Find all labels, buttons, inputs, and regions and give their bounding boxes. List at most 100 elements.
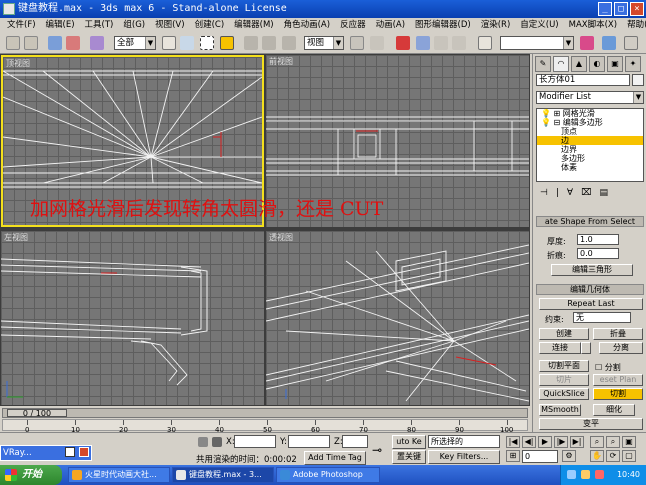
detach-button[interactable]: 分离 [599,342,643,354]
undo-icon[interactable] [6,36,20,50]
viewport-label[interactable]: 前视图 [269,56,293,67]
thickness-spinner[interactable]: 1.0 [577,234,619,245]
stack-item-border[interactable]: 边界 [537,145,643,154]
stack-item-edge[interactable]: 边 [537,136,643,145]
scale-icon[interactable] [282,36,296,50]
link-icon[interactable] [48,36,62,50]
slice-plane-button[interactable]: 切割平面 [539,360,589,372]
volume-icon[interactable] [581,470,590,479]
x-coordinate-field[interactable] [234,435,276,448]
menu-rendering[interactable]: 渲染(R) [476,18,516,32]
rollout-create-shape[interactable]: ate Shape From Select [536,216,644,227]
align-icon[interactable] [602,36,616,50]
menu-reactor[interactable]: 反应器 [335,18,371,32]
previous-frame-icon[interactable]: ◀| [522,436,536,448]
redo-icon[interactable] [24,36,38,50]
minimize-button[interactable]: _ [598,2,612,16]
named-selection-icon[interactable] [478,36,492,50]
make-planar-button[interactable]: 变平 [539,418,643,430]
key-icon[interactable]: ⊸ [372,443,382,457]
modifier-list-dropdown[interactable]: Modifier List ▼ [536,91,644,104]
snaps-toggle-icon[interactable] [396,36,410,50]
pan-icon[interactable]: ✋ [590,450,604,462]
object-name-field[interactable]: 长方体01 [536,74,630,86]
display-tab-icon[interactable]: ▣ [607,56,623,72]
select-manipulate-icon[interactable] [370,36,384,50]
viewport-perspective[interactable]: 透视图 [266,231,529,405]
menu-file[interactable]: 文件(F) [2,18,41,32]
spinner-snap-icon[interactable] [452,36,466,50]
maximize-viewport-icon[interactable]: ▢ [622,450,636,462]
menu-help[interactable]: 帮助(H) [622,18,646,32]
network-icon[interactable] [567,470,576,479]
named-selection-sets-dropdown[interactable]: ▼ [500,36,574,50]
stack-item-meshsmooth[interactable]: 💡 ⊞ 网格光滑 [537,109,643,118]
menu-group[interactable]: 组(G) [118,18,150,32]
key-filters-button[interactable]: Key Filters... [428,450,500,464]
window-crossing-icon[interactable] [220,36,234,50]
motion-tab-icon[interactable]: ◐ [589,56,605,72]
absolute-mode-icon[interactable] [212,437,222,447]
layer-manager-icon[interactable] [624,36,638,50]
stack-item-edit-poly[interactable]: 💡 ⊟ 编辑多边形 [537,118,643,127]
z-coordinate-field[interactable] [342,435,368,448]
constraint-dropdown[interactable]: 无 [573,312,631,323]
create-button[interactable]: 创建 [539,328,589,340]
time-slider[interactable]: 0 / 100 [2,408,528,418]
lock-selection-icon[interactable] [198,437,208,447]
select-object-icon[interactable] [162,36,176,50]
cut-button[interactable]: 切割 [593,388,643,400]
pin-stack-icon[interactable]: ⊣ [540,188,548,202]
zoom-extents-icon[interactable]: ▣ [622,436,636,448]
close-button[interactable]: × [630,2,644,16]
stack-item-element[interactable]: 体素 [537,163,643,172]
reference-coordinate-dropdown[interactable]: 视图 ▼ [304,36,344,50]
viewport-left[interactable]: 左视图 [1,231,264,405]
start-button[interactable]: 开始 [0,465,62,485]
tessellate-button[interactable]: 细化 [593,404,635,416]
attach-list-button[interactable] [581,342,591,354]
select-by-name-icon[interactable] [180,36,194,50]
percent-snap-icon[interactable] [434,36,448,50]
taskbar-item-3dsmax[interactable]: 键盘教程.max - 3... [172,467,274,483]
utilities-tab-icon[interactable]: ✦ [625,56,641,72]
arc-rotate-icon[interactable]: ⟳ [606,450,620,462]
menu-modifiers[interactable]: 编辑器(M) [229,18,278,32]
reset-plane-button[interactable]: eset Plan [593,374,643,386]
stack-item-vertex[interactable]: 顶点 [537,127,643,136]
go-to-end-icon[interactable]: ▶| [570,436,584,448]
selection-filter-dropdown[interactable]: 全部 ▼ [114,36,156,50]
close-icon[interactable] [79,447,89,457]
restore-icon[interactable] [65,447,75,457]
bind-space-warp-icon[interactable] [90,36,104,50]
attach-button[interactable]: 连接 [539,342,581,354]
time-configuration-icon[interactable]: ⚙ [562,450,576,462]
vray-floating-window[interactable]: VRay... [0,445,92,461]
next-frame-icon[interactable]: |▶ [554,436,568,448]
collapse-button[interactable]: 折叠 [593,328,643,340]
menu-character[interactable]: 角色动画(A) [279,18,335,32]
rotate-icon[interactable] [262,36,276,50]
configure-modifier-sets-icon[interactable]: ▤ [599,188,608,202]
show-end-result-icon[interactable]: | [556,188,559,202]
viewport-label[interactable]: 顶视图 [6,58,30,69]
key-mode-toggle-icon[interactable]: ⊞ [506,450,520,462]
quickslice-button[interactable]: QuickSlice [539,388,589,400]
split-checkbox[interactable]: ☐ 分割 [595,362,621,373]
rollout-edit-geometry[interactable]: 编辑几何体 [536,284,644,295]
set-key-button[interactable]: 置关键 [392,450,426,464]
taskbar-item-photoshop[interactable]: Adobe Photoshop [276,467,380,483]
hierarchy-tab-icon[interactable]: ▲ [571,56,587,72]
ime-icon[interactable] [595,470,604,479]
edit-triangulation-button[interactable]: 编辑三角形 [551,264,633,276]
rectangular-selection-icon[interactable] [200,36,214,50]
go-to-start-icon[interactable]: |◀ [506,436,520,448]
move-icon[interactable] [244,36,258,50]
mirror-icon[interactable] [580,36,594,50]
menu-tools[interactable]: 工具(T) [80,18,119,32]
crease-spinner[interactable]: 0.0 [577,248,619,259]
remove-modifier-icon[interactable]: ⌧ [581,188,591,202]
menu-customize[interactable]: 自定义(U) [515,18,563,32]
repeat-last-button[interactable]: Repeat Last [539,298,643,310]
y-coordinate-field[interactable] [288,435,330,448]
